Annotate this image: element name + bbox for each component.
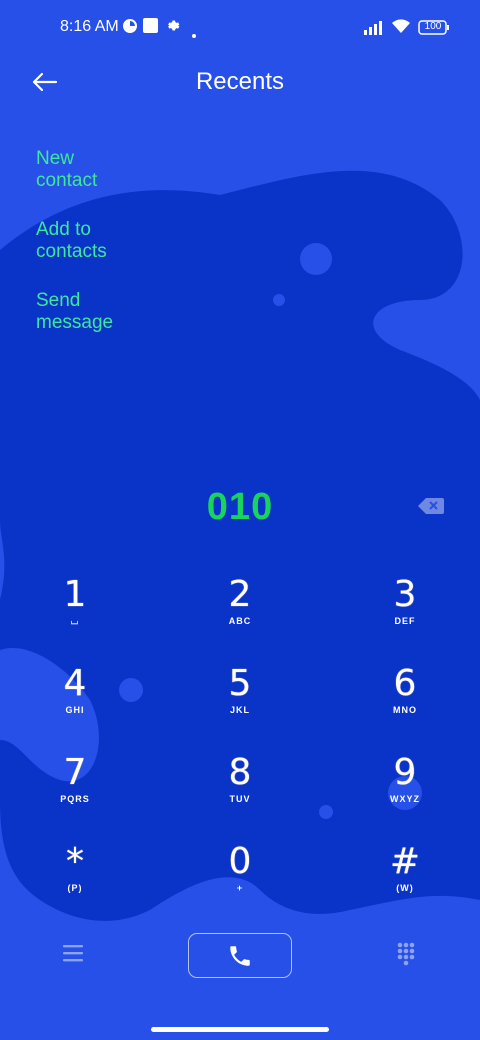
app-notification-icon <box>122 18 138 39</box>
backspace-icon[interactable] <box>418 497 444 515</box>
key-letters: JKL <box>229 705 250 715</box>
key-0[interactable]: 0 + <box>185 843 295 913</box>
key-letters: ABC <box>228 616 252 626</box>
settings-gear-icon <box>165 18 180 38</box>
key-digit: 1 <box>63 574 87 615</box>
key-2[interactable]: 2 ABC <box>185 576 295 646</box>
battery-level: 100 <box>424 21 442 32</box>
key-letters: PQRS <box>60 794 90 804</box>
new-contact-item[interactable]: New contact <box>36 148 97 192</box>
key-1[interactable]: 1 ⌴ <box>20 576 130 646</box>
key-letters: (P) <box>67 883 83 893</box>
dialed-number: 010 <box>206 486 274 528</box>
key-letters: + <box>236 883 244 893</box>
status-bar: 8:16 AM 100 <box>0 0 480 56</box>
call-button[interactable] <box>188 933 292 978</box>
send-message-item[interactable]: Send message <box>36 290 113 334</box>
key-digit: 8 <box>228 752 252 793</box>
menu-lines-icon[interactable] <box>63 943 83 968</box>
home-indicator[interactable] <box>151 1027 329 1032</box>
key-letters: (W) <box>396 883 414 893</box>
key-digit: 3 <box>393 574 417 615</box>
signal-icon <box>364 19 386 40</box>
key-3[interactable]: 3 DEF <box>350 576 460 646</box>
key-letters: TUV <box>229 794 251 804</box>
key-digit: 7 <box>63 752 87 793</box>
battery-icon: 100 <box>418 20 450 41</box>
page-title: Recents <box>195 68 285 95</box>
key-letters: DEF <box>394 616 416 626</box>
more-notifications-dot-icon <box>192 25 196 43</box>
key-digit: * <box>66 841 84 882</box>
key-star[interactable]: * (P) <box>20 843 130 913</box>
key-7[interactable]: 7 PQRS <box>20 754 130 824</box>
key-letters: WXYZ <box>390 794 420 804</box>
phone-icon <box>227 943 253 974</box>
key-hash[interactable]: # (W) <box>350 843 460 913</box>
key-digit: 6 <box>393 663 417 704</box>
dialpad-icon[interactable] <box>397 942 415 973</box>
key-letters: ⌴ <box>70 616 80 626</box>
key-9[interactable]: 9 WXYZ <box>350 754 460 824</box>
key-digit: 4 <box>63 663 87 704</box>
key-letters: GHI <box>65 705 85 715</box>
key-digit: 5 <box>228 663 252 704</box>
key-digit: 2 <box>228 574 252 615</box>
key-digit: 9 <box>393 752 417 793</box>
key-digit: 0 <box>228 841 252 882</box>
key-6[interactable]: 6 MNO <box>350 665 460 735</box>
key-letters: MNO <box>393 705 417 715</box>
key-4[interactable]: 4 GHI <box>20 665 130 735</box>
key-8[interactable]: 8 TUV <box>185 754 295 824</box>
key-5[interactable]: 5 JKL <box>185 665 295 735</box>
app-header: Recents <box>0 56 480 112</box>
key-digit: # <box>389 841 421 882</box>
square-notification-icon <box>143 18 158 38</box>
status-time: 8:16 AM <box>60 18 119 35</box>
add-to-contacts-item[interactable]: Add to contacts <box>36 219 107 263</box>
wifi-icon <box>391 17 411 40</box>
